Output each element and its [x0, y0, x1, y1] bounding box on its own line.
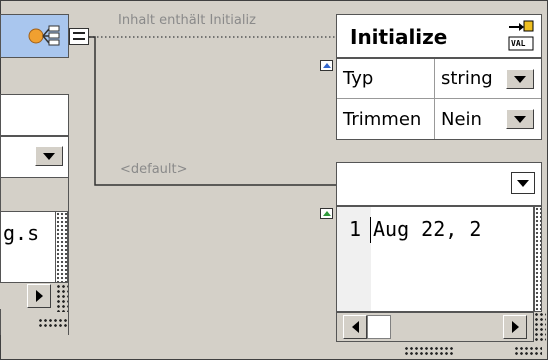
- triangle-up-icon: [322, 211, 331, 216]
- arrow-right-icon: [511, 321, 519, 333]
- value-editor[interactable]: 1 Aug 22, 2: [336, 206, 534, 312]
- arrow-left-icon: [351, 321, 359, 333]
- triangle-up-icon: [322, 63, 331, 68]
- text-cursor: [370, 217, 371, 243]
- line-number: 1: [349, 217, 362, 241]
- chevron-down-icon: [517, 179, 529, 187]
- chevron-down-icon: [514, 115, 526, 123]
- value-node-icon: VAL: [507, 19, 535, 53]
- trim-select[interactable]: Nein: [435, 99, 541, 139]
- connector-label-default: <default>: [120, 162, 188, 177]
- initialize-node-header[interactable]: Initialize VAL: [336, 14, 542, 58]
- type-dropdown-button[interactable]: [506, 69, 534, 89]
- prop-label-type: Typ: [337, 59, 435, 99]
- editor-horizontal-scrollbar[interactable]: [336, 312, 534, 342]
- chevron-down-icon: [514, 75, 526, 83]
- prop-label-trim: Trimmen: [337, 99, 435, 139]
- collapse-toggle-button[interactable]: [320, 60, 333, 71]
- type-select[interactable]: string: [435, 59, 541, 99]
- editor-text: Aug 22, 2: [373, 217, 482, 241]
- resize-grip-bottom-icon[interactable]: [404, 346, 454, 356]
- trim-dropdown-button[interactable]: [506, 109, 534, 129]
- default-value-header[interactable]: [336, 162, 542, 206]
- editor-menu-button[interactable]: [511, 172, 535, 194]
- resize-grip-icon[interactable]: [534, 312, 546, 342]
- initialize-node-title: Initialize: [350, 25, 448, 49]
- scroll-left-button[interactable]: [343, 315, 367, 339]
- scroll-thumb[interactable]: [367, 315, 391, 339]
- editor-vertical-scrollbar[interactable]: [534, 206, 542, 312]
- initialize-properties-table: Typ string Trimmen Nein: [336, 58, 542, 140]
- scroll-right-button[interactable]: [503, 315, 527, 339]
- resize-grip-corner-icon[interactable]: [514, 346, 542, 356]
- connector-label-top: Inhalt enthält Initializ: [118, 13, 256, 28]
- val-badge: VAL: [511, 39, 526, 48]
- expand-toggle-button[interactable]: [320, 208, 333, 219]
